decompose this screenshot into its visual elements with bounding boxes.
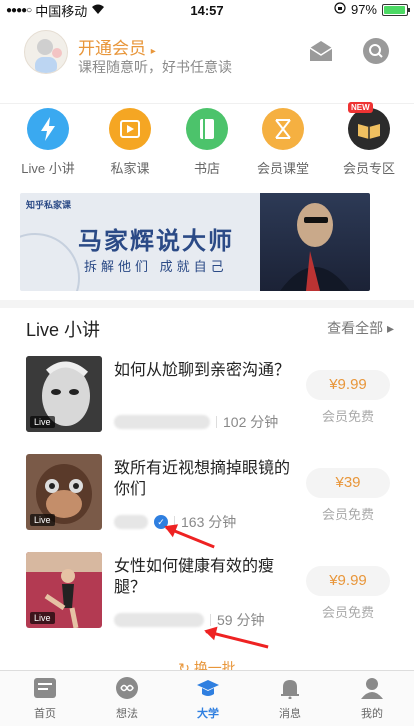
shortcut-bookstore[interactable]: 书店 <box>172 108 242 177</box>
course-title: 女性如何健康有效的瘦腿？ <box>114 558 275 596</box>
live-tag: Live <box>30 612 55 624</box>
course-duration: 102 分钟 <box>223 414 279 430</box>
course-thumbnail: Live <box>26 356 102 432</box>
bell-icon <box>278 677 302 700</box>
course-thumbnail: Live <box>26 552 102 628</box>
graduation-cap-icon <box>196 677 220 699</box>
banner-subtitle: 拆解他们 成就自己 <box>84 259 228 274</box>
tab-home[interactable]: 首页 <box>15 677 75 721</box>
price-button[interactable]: ¥39 <box>306 468 390 498</box>
shortcut-member-class[interactable]: 会员课堂 <box>248 108 318 177</box>
shortcut-live[interactable]: Live 小讲 <box>13 108 83 177</box>
course-duration: 163 分钟 <box>181 514 237 530</box>
list-item[interactable]: Live 致所有近视想摘掉眼镜的你们 ✓ 163 分钟 ¥39 会员免费 <box>0 454 414 544</box>
orientation-lock-icon <box>334 2 346 17</box>
mail-icon[interactable] <box>308 38 334 64</box>
section-title: Live 小讲 <box>26 320 101 340</box>
new-badge: NEW <box>348 102 373 113</box>
tab-messages[interactable]: 消息 <box>260 677 320 721</box>
play-icon <box>109 108 151 150</box>
banner-portrait <box>260 193 370 291</box>
battery-icon <box>382 3 410 16</box>
membership-subtitle: 课程随意听，好书任意读 <box>78 59 232 75</box>
shortcut-private-course[interactable]: 私家课 <box>95 108 165 177</box>
member-free-label: 会员免费 <box>321 507 374 522</box>
avatar[interactable] <box>24 30 68 74</box>
shortcut-member-zone[interactable]: NEW 会员专区 <box>334 102 404 177</box>
course-meta: 59 分钟 <box>114 610 264 630</box>
home-icon <box>33 677 57 699</box>
bottom-tab-bar: 首页 想法 大学 消息 我的 <box>0 670 414 726</box>
status-bar: ●●●●○ 中国移动 14:57 97% <box>0 0 414 20</box>
banner-decoration <box>20 233 80 291</box>
member-free-label: 会员免费 <box>321 605 374 620</box>
view-all-link[interactable]: 查看全部 ▸ <box>327 318 394 338</box>
price-button[interactable]: ¥9.99 <box>306 566 390 596</box>
course-duration: 59 分钟 <box>217 612 265 628</box>
live-tag: Live <box>30 514 55 526</box>
banner-title: 马家辉说大师 <box>78 226 234 255</box>
category-shortcuts: Live 小讲 私家课 书店 会员课堂 NEW 会员专区 <box>0 102 414 183</box>
course-title: 如何从尬聊到亲密沟通？ <box>114 362 291 379</box>
infinity-icon <box>115 677 139 699</box>
battery-percent: 97% <box>350 2 377 17</box>
member-header: 开通会员 ▸ 课程随意听，好书任意读 <box>0 26 414 86</box>
price-button[interactable]: ¥9.99 <box>306 370 390 400</box>
blurred-author <box>114 515 148 529</box>
course-thumbnail: Live <box>26 454 102 530</box>
search-icon[interactable] <box>363 38 389 64</box>
tab-ideas[interactable]: 想法 <box>97 677 157 721</box>
person-icon <box>360 677 384 699</box>
book-icon <box>186 108 228 150</box>
list-item[interactable]: Live 如何从尬聊到亲密沟通？ 102 分钟 ¥9.99 会员免费 <box>0 356 414 446</box>
tab-university[interactable]: 大学 <box>178 677 238 721</box>
blurred-author <box>114 415 210 429</box>
lightning-icon <box>27 108 69 150</box>
open-membership-link[interactable]: 开通会员 ▸ <box>78 34 156 59</box>
course-title: 致所有近视想摘掉眼镜的你们 <box>114 460 291 498</box>
tab-profile[interactable]: 我的 <box>342 677 402 721</box>
lightning-outline-icon <box>262 108 304 150</box>
promo-banner[interactable]: 知乎私家课 马家辉说大师 拆解他们 成就自己 <box>20 193 370 291</box>
course-meta: 102 分钟 <box>114 412 278 432</box>
section-divider <box>0 300 414 308</box>
open-book-icon: NEW <box>348 102 390 150</box>
banner-logo: 知乎私家课 <box>26 200 72 210</box>
blurred-author <box>114 613 204 627</box>
live-tag: Live <box>30 416 55 428</box>
member-free-label: 会员免费 <box>321 409 374 424</box>
